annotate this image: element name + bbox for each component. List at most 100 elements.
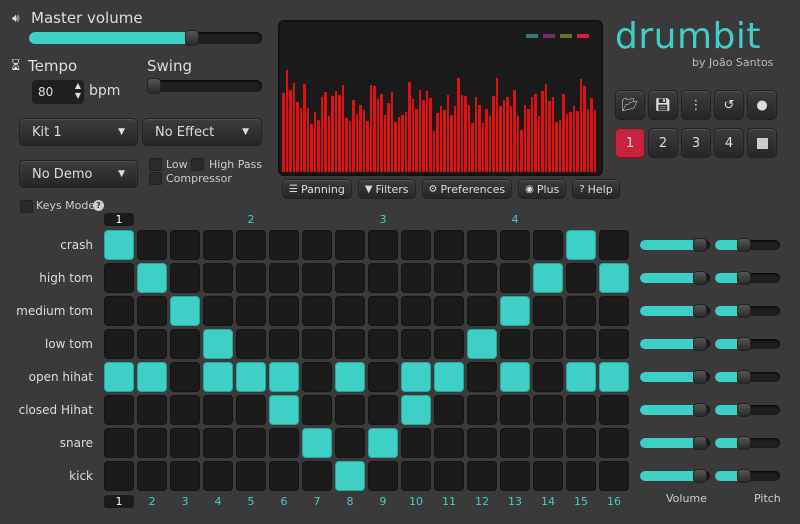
step-cell[interactable]	[236, 428, 266, 458]
step-cell[interactable]	[137, 395, 167, 425]
step-cell[interactable]	[302, 263, 332, 293]
plus-button[interactable]: ◉ Plus	[518, 179, 567, 199]
track-volume-slider[interactable]	[640, 337, 710, 351]
step-cell[interactable]	[269, 296, 299, 326]
preferences-button[interactable]: ⚙ Preferences	[421, 179, 513, 199]
step-cell[interactable]	[401, 296, 431, 326]
step-cell[interactable]	[302, 461, 332, 491]
track-volume-slider[interactable]	[640, 304, 710, 318]
step-cell[interactable]	[434, 395, 464, 425]
step-cell[interactable]	[137, 461, 167, 491]
step-cell[interactable]	[368, 329, 398, 359]
step-cell[interactable]	[434, 263, 464, 293]
step-cell[interactable]	[401, 428, 431, 458]
step-cell[interactable]	[170, 329, 200, 359]
step-cell[interactable]	[137, 362, 167, 392]
track-volume-slider[interactable]	[640, 469, 710, 483]
step-cell[interactable]	[401, 362, 431, 392]
more-button[interactable]: ⋮	[681, 90, 711, 120]
pattern-4-button[interactable]: 4	[714, 128, 744, 158]
step-cell[interactable]	[335, 296, 365, 326]
step-cell[interactable]	[170, 296, 200, 326]
step-cell[interactable]	[236, 230, 266, 260]
track-pitch-slider[interactable]	[715, 337, 780, 351]
track-pitch-slider[interactable]	[715, 403, 780, 417]
pattern-3-button[interactable]: 3	[681, 128, 711, 158]
track-volume-slider[interactable]	[640, 271, 710, 285]
step-cell[interactable]	[533, 428, 563, 458]
track-pitch-slider[interactable]	[715, 370, 780, 384]
step-cell[interactable]	[236, 263, 266, 293]
demo-select[interactable]: No Demo ▼	[19, 160, 138, 188]
step-cell[interactable]	[269, 263, 299, 293]
step-cell[interactable]	[269, 428, 299, 458]
step-cell[interactable]	[104, 395, 134, 425]
step-cell[interactable]	[104, 329, 134, 359]
step-cell[interactable]	[335, 230, 365, 260]
step-cell[interactable]	[335, 428, 365, 458]
step-cell[interactable]	[137, 329, 167, 359]
step-cell[interactable]	[335, 395, 365, 425]
step-cell[interactable]	[566, 230, 596, 260]
step-cell[interactable]	[533, 362, 563, 392]
step-cell[interactable]	[302, 362, 332, 392]
step-cell[interactable]	[467, 296, 497, 326]
step-cell[interactable]	[269, 461, 299, 491]
step-cell[interactable]	[269, 362, 299, 392]
open-button[interactable]: 📂︎	[615, 90, 645, 120]
step-cell[interactable]	[203, 395, 233, 425]
step-cell[interactable]	[467, 230, 497, 260]
panning-button[interactable]: ☰ Panning	[282, 179, 352, 199]
step-cell[interactable]	[170, 461, 200, 491]
effect-select[interactable]: No Effect ▼	[142, 118, 262, 146]
stop-button[interactable]	[747, 128, 777, 158]
step-cell[interactable]	[434, 296, 464, 326]
step-cell[interactable]	[104, 428, 134, 458]
step-cell[interactable]	[599, 362, 629, 392]
step-cell[interactable]	[302, 395, 332, 425]
track-volume-slider[interactable]	[640, 238, 710, 252]
stepper-icon[interactable]: ▲ ▼	[75, 81, 81, 101]
step-cell[interactable]	[401, 461, 431, 491]
record-button[interactable]: ●	[747, 90, 777, 120]
step-cell[interactable]	[302, 230, 332, 260]
step-cell[interactable]	[533, 461, 563, 491]
step-cell[interactable]	[500, 395, 530, 425]
step-cell[interactable]	[599, 461, 629, 491]
track-pitch-slider[interactable]	[715, 469, 780, 483]
step-cell[interactable]	[203, 362, 233, 392]
step-cell[interactable]	[434, 230, 464, 260]
step-cell[interactable]	[269, 395, 299, 425]
step-cell[interactable]	[368, 461, 398, 491]
step-cell[interactable]	[203, 461, 233, 491]
step-cell[interactable]	[599, 230, 629, 260]
step-cell[interactable]	[137, 263, 167, 293]
step-cell[interactable]	[533, 263, 563, 293]
step-cell[interactable]	[203, 263, 233, 293]
step-cell[interactable]	[170, 230, 200, 260]
step-cell[interactable]	[434, 362, 464, 392]
pattern-2-button[interactable]: 2	[648, 128, 678, 158]
step-cell[interactable]	[170, 362, 200, 392]
step-cell[interactable]	[434, 461, 464, 491]
step-cell[interactable]	[467, 428, 497, 458]
step-cell[interactable]	[500, 263, 530, 293]
pattern-1-button[interactable]: 1	[615, 128, 645, 158]
track-volume-slider[interactable]	[640, 403, 710, 417]
step-cell[interactable]	[599, 428, 629, 458]
track-pitch-slider[interactable]	[715, 304, 780, 318]
filters-button[interactable]: ▼ Filters	[357, 179, 416, 199]
step-cell[interactable]	[566, 461, 596, 491]
step-cell[interactable]	[500, 230, 530, 260]
step-cell[interactable]	[434, 428, 464, 458]
step-cell[interactable]	[566, 428, 596, 458]
step-cell[interactable]	[335, 329, 365, 359]
step-cell[interactable]	[302, 329, 332, 359]
step-cell[interactable]	[467, 395, 497, 425]
master-volume-slider[interactable]	[29, 30, 262, 46]
track-pitch-slider[interactable]	[715, 238, 780, 252]
step-cell[interactable]	[236, 362, 266, 392]
step-cell[interactable]	[368, 428, 398, 458]
track-pitch-slider[interactable]	[715, 436, 780, 450]
step-cell[interactable]	[401, 263, 431, 293]
